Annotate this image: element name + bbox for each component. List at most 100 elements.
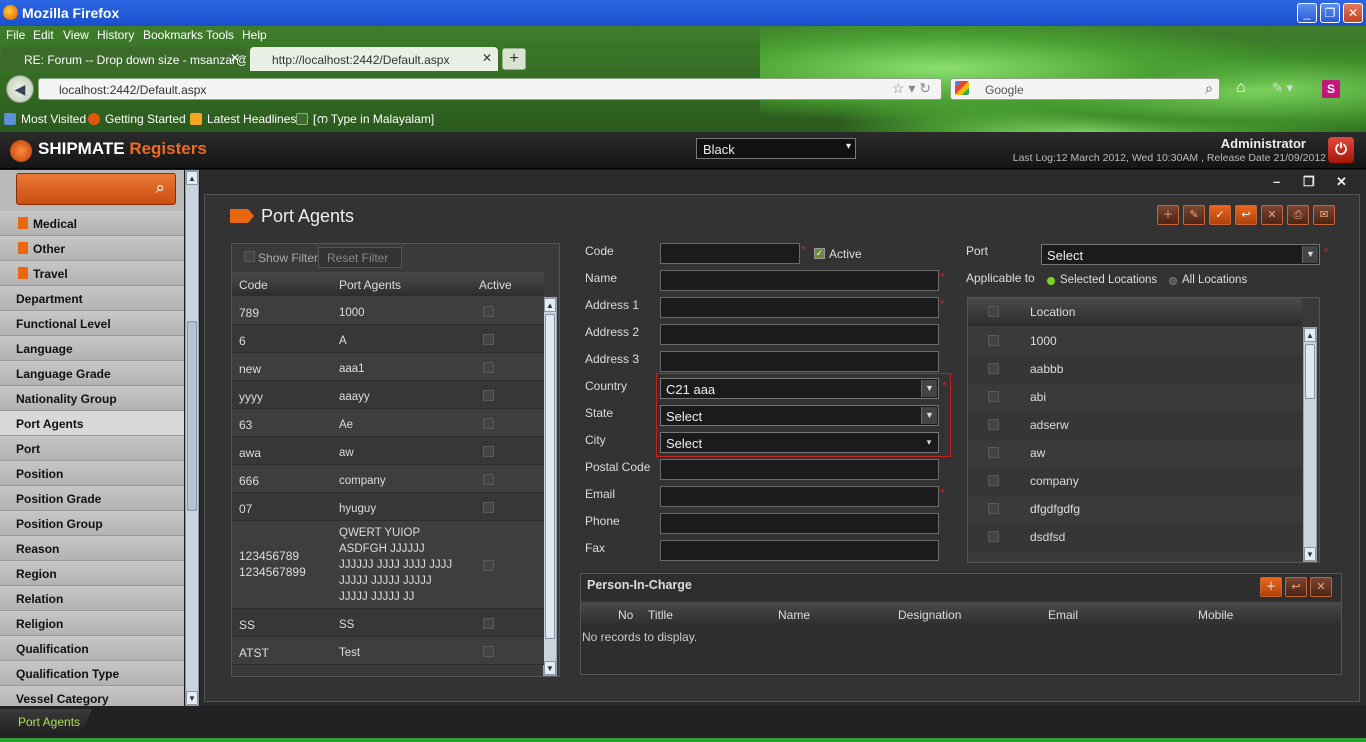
scroll-down-icon[interactable]: ▼ bbox=[544, 661, 556, 675]
location-row[interactable]: company bbox=[968, 467, 1302, 495]
location-checkbox[interactable] bbox=[988, 475, 999, 486]
table-row[interactable]: 07 hyuguy bbox=[232, 493, 544, 521]
active-checkbox[interactable]: ✓ bbox=[814, 248, 825, 259]
theme-select[interactable]: Black ▾ bbox=[696, 138, 856, 159]
table-row[interactable]: yyyy aaayy bbox=[232, 381, 544, 409]
scroll-up-icon[interactable]: ▲ bbox=[186, 171, 198, 185]
close-tab-icon[interactable]: ✕ bbox=[482, 51, 492, 65]
pic-col-email[interactable]: Email bbox=[1048, 608, 1078, 622]
sidebar-item-port[interactable]: Port bbox=[0, 436, 184, 461]
tab-forum[interactable]: RE: Forum -- Drop down size - msanzar@..… bbox=[2, 47, 246, 71]
location-row[interactable]: abi bbox=[968, 383, 1302, 411]
radio-all-locations[interactable] bbox=[1169, 277, 1177, 285]
add-icon[interactable]: ＋ bbox=[1157, 205, 1179, 225]
sidebar-item-religion[interactable]: Religion bbox=[0, 611, 184, 636]
pic-col-designation[interactable]: Designation bbox=[898, 608, 961, 622]
bookmark-most-visited[interactable]: Most Visited bbox=[4, 112, 86, 126]
search-icon[interactable]: ⌕ bbox=[155, 178, 165, 198]
sidebar-item-other[interactable]: Other bbox=[0, 236, 184, 261]
col-code[interactable]: Code bbox=[239, 278, 268, 292]
window-restore-icon[interactable]: ❐ bbox=[1303, 174, 1315, 190]
taskbar-item-port-agents[interactable]: Port Agents bbox=[0, 709, 92, 735]
menu-file[interactable]: File bbox=[6, 28, 25, 42]
sidebar-item-language-grade[interactable]: Language Grade bbox=[0, 361, 184, 386]
location-row[interactable]: 1000 bbox=[968, 327, 1302, 355]
delete-icon[interactable]: ✕ bbox=[1310, 577, 1332, 597]
location-checkbox[interactable] bbox=[988, 447, 999, 458]
show-filter-checkbox[interactable] bbox=[244, 251, 255, 262]
search-icon[interactable]: ⌕ bbox=[1205, 80, 1213, 97]
sidebar-item-travel[interactable]: Travel bbox=[0, 261, 184, 286]
fax-field[interactable] bbox=[660, 540, 939, 561]
port-select[interactable]: Select ▼ bbox=[1041, 244, 1320, 265]
menu-history[interactable]: History bbox=[97, 28, 134, 42]
country-select[interactable]: C21 aaa ▼ bbox=[660, 378, 939, 399]
table-row[interactable]: 666 company bbox=[232, 465, 544, 493]
window-close-icon[interactable]: ✕ bbox=[1336, 174, 1347, 190]
delete-icon[interactable]: ✕ bbox=[1261, 205, 1283, 225]
sidebar-item-vessel-category[interactable]: Vessel Category bbox=[0, 686, 184, 706]
scroll-up-icon[interactable]: ▲ bbox=[544, 298, 556, 312]
table-row[interactable]: SS SS bbox=[232, 609, 544, 637]
addon-icon[interactable]: ✎ ▾ bbox=[1272, 80, 1293, 96]
sidebar-item-medical[interactable]: Medical bbox=[0, 211, 184, 236]
select-all-checkbox[interactable] bbox=[988, 306, 999, 317]
scroll-thumb[interactable] bbox=[187, 321, 197, 511]
print-icon[interactable]: ⎙ bbox=[1287, 205, 1309, 225]
table-row[interactable]: 123456789 1234567899 QWERT YUIOP ASDFGH J… bbox=[232, 521, 544, 609]
chevron-down-icon[interactable]: ▼ bbox=[921, 380, 937, 397]
sidebar-item-position-grade[interactable]: Position Grade bbox=[0, 486, 184, 511]
col-port-agents[interactable]: Port Agents bbox=[339, 278, 401, 292]
postal-field[interactable] bbox=[660, 459, 939, 480]
reset-filter-button[interactable]: Reset Filter bbox=[318, 247, 402, 268]
mail-icon[interactable]: ✉ bbox=[1313, 205, 1335, 225]
grid-scrollbar[interactable]: ▲ ▼ bbox=[543, 297, 557, 676]
table-row[interactable]: 6A bbox=[232, 325, 544, 353]
email-field[interactable] bbox=[660, 486, 939, 507]
minimize-button[interactable]: _ bbox=[1297, 3, 1317, 23]
city-select[interactable]: Select ▾ bbox=[660, 432, 939, 453]
menu-view[interactable]: View bbox=[63, 28, 89, 42]
close-tab-icon[interactable]: ✕ bbox=[230, 51, 240, 65]
name-field[interactable] bbox=[660, 270, 939, 291]
address2-field[interactable] bbox=[660, 324, 939, 345]
sidebar-scrollbar[interactable]: ▲ ▼ bbox=[185, 170, 199, 706]
location-checkbox[interactable] bbox=[988, 363, 999, 374]
maximize-button[interactable]: ❐ bbox=[1320, 3, 1340, 23]
location-row[interactable]: aabbb bbox=[968, 355, 1302, 383]
chevron-down-icon[interactable]: ▼ bbox=[921, 407, 937, 424]
code-field[interactable] bbox=[660, 243, 800, 264]
phone-field[interactable] bbox=[660, 513, 939, 534]
menu-tools[interactable]: Tools bbox=[206, 28, 234, 42]
table-row[interactable]: awa aw bbox=[232, 437, 544, 465]
edit-icon[interactable]: ✎ bbox=[1183, 205, 1205, 225]
location-checkbox[interactable] bbox=[988, 391, 999, 402]
home-icon[interactable]: ⌂ bbox=[1236, 79, 1246, 97]
sidebar-search[interactable]: ⌕ bbox=[16, 173, 176, 205]
logout-power-icon[interactable]: ⏻ bbox=[1328, 137, 1354, 163]
pic-col-name[interactable]: Name bbox=[778, 608, 810, 622]
search-input[interactable]: Google ⌕ bbox=[950, 78, 1220, 100]
sidebar-item-relation[interactable]: Relation bbox=[0, 586, 184, 611]
menu-edit[interactable]: Edit bbox=[33, 28, 54, 42]
pic-col-mobile[interactable]: Mobile bbox=[1198, 608, 1233, 622]
new-tab-button[interactable]: + bbox=[502, 48, 526, 70]
pic-col-title[interactable]: Titlle bbox=[648, 608, 673, 622]
bookmark-malayalam[interactable]: [ന Type in Malayalam] bbox=[296, 112, 434, 127]
undo-icon[interactable]: ↩ bbox=[1285, 577, 1307, 597]
sidebar-item-functional-level[interactable]: Functional Level bbox=[0, 311, 184, 336]
bookmark-latest-headlines[interactable]: Latest Headlines bbox=[190, 112, 296, 126]
sidebar-item-qualification-type[interactable]: Qualification Type bbox=[0, 661, 184, 686]
address3-field[interactable] bbox=[660, 351, 939, 372]
sidebar-item-department[interactable]: Department bbox=[0, 286, 184, 311]
menu-bookmarks[interactable]: Bookmarks bbox=[143, 28, 203, 42]
undo-icon[interactable]: ↩ bbox=[1235, 205, 1257, 225]
sidebar-item-qualification[interactable]: Qualification bbox=[0, 636, 184, 661]
bookmark-star-icon[interactable]: ☆ ▾ ↻ bbox=[892, 80, 931, 97]
location-scrollbar[interactable]: ▲ ▼ bbox=[1303, 327, 1317, 562]
close-window-button[interactable]: ✕ bbox=[1343, 3, 1363, 23]
url-bar[interactable]: localhost:2442/Default.aspx ☆ ▾ ↻ bbox=[38, 78, 942, 100]
menu-help[interactable]: Help bbox=[242, 28, 267, 42]
scroll-thumb[interactable] bbox=[545, 314, 555, 639]
table-row[interactable]: ATST Test bbox=[232, 637, 544, 665]
